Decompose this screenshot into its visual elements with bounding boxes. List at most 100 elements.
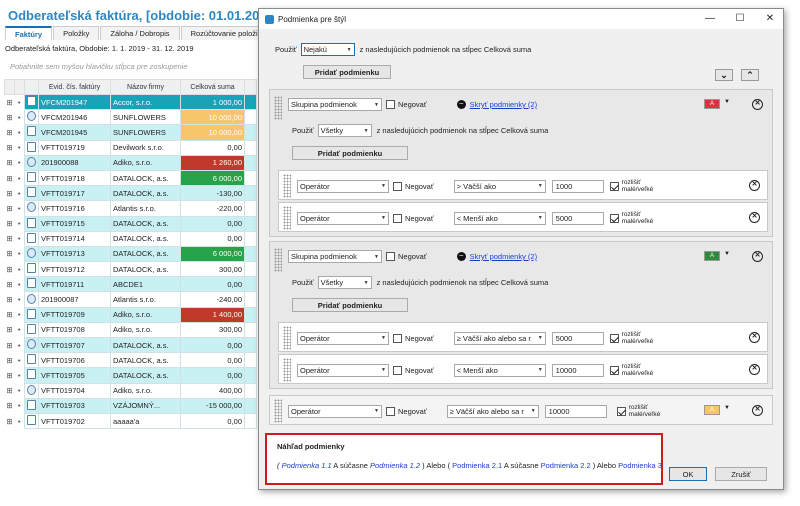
- hide-conditions-link[interactable]: Skryť podmienky (2): [470, 100, 537, 109]
- case-sensitive-checkbox[interactable]: [609, 213, 619, 223]
- remove-condition-icon[interactable]: ✕: [752, 405, 763, 416]
- expand-icon[interactable]: ⊞: [4, 216, 15, 232]
- invoice-number-cell[interactable]: VFTT019706: [38, 352, 111, 369]
- tab-deposit[interactable]: Záloha / Dobropis: [100, 26, 180, 40]
- company-cell[interactable]: Adiko, s.r.o.: [110, 154, 181, 171]
- case-sensitive-checkbox[interactable]: [609, 333, 619, 343]
- invoice-number-cell[interactable]: VFTT019714: [38, 230, 111, 247]
- invoice-number-cell[interactable]: VFTT019709: [38, 306, 111, 323]
- preview-link-2-1[interactable]: Podmienka 2.1: [452, 461, 502, 470]
- company-cell[interactable]: aaaaa'a: [110, 412, 181, 430]
- expand-icon[interactable]: ⊞: [4, 261, 15, 277]
- total-cell[interactable]: 10 000,00: [180, 109, 245, 126]
- collapse-icon[interactable]: −: [456, 252, 466, 261]
- invoice-number-cell[interactable]: VFTT019707: [38, 336, 111, 354]
- minimize-icon[interactable]: —: [703, 12, 717, 26]
- header-company[interactable]: Názov firmy: [110, 79, 181, 95]
- invoice-number-cell[interactable]: VFTT019708: [38, 321, 111, 339]
- preview-link-1-1[interactable]: Podmienka 1.1: [282, 461, 332, 470]
- company-cell[interactable]: SUNFLOWERS: [110, 124, 181, 141]
- total-cell[interactable]: -130,00: [180, 185, 245, 202]
- cancel-button[interactable]: Zrušiť: [715, 467, 767, 481]
- comparison-combo[interactable]: < Menší ako ▼: [453, 211, 546, 225]
- company-cell[interactable]: DATALOCK, a.s.: [110, 367, 181, 384]
- total-cell[interactable]: 0,00: [180, 230, 245, 247]
- total-cell[interactable]: 0,00: [180, 276, 245, 293]
- expand-icon[interactable]: ⊞: [4, 124, 15, 141]
- style-color-button[interactable]: A: [704, 251, 720, 261]
- invoice-number-cell[interactable]: VFTT019712: [38, 261, 111, 278]
- drag-handle[interactable]: [283, 174, 291, 198]
- expand-icon[interactable]: ⊞: [4, 367, 15, 384]
- table-row[interactable]: ⊞ • VFTT019713 DATALOCK, a.s. 6 000,00: [4, 245, 257, 263]
- invoice-number-cell[interactable]: VFTT019702: [38, 412, 111, 430]
- table-row[interactable]: ⊞ • VFTT019712 DATALOCK, a.s. 300,00: [4, 261, 257, 278]
- company-cell[interactable]: DATALOCK, a.s.: [110, 336, 181, 354]
- hide-conditions-link[interactable]: Skryť podmienky (2): [470, 252, 537, 261]
- total-cell[interactable]: 0,00: [180, 352, 245, 369]
- expand-icon[interactable]: ⊞: [4, 94, 15, 110]
- table-row[interactable]: ⊞ • VFTT019702 aaaaa'a 0,00: [4, 412, 257, 430]
- company-cell[interactable]: DATALOCK, a.s.: [110, 230, 181, 247]
- table-row[interactable]: ⊞ • VFTT019711 ABCDE1 0,00: [4, 276, 257, 293]
- drag-handle[interactable]: [283, 326, 291, 350]
- style-color-button[interactable]: A: [704, 99, 720, 109]
- invoice-number-cell[interactable]: VFTT019711: [38, 276, 111, 293]
- company-cell[interactable]: DATALOCK, a.s.: [110, 261, 181, 278]
- table-row[interactable]: ⊞ • 201900087 Atlantis s.r.o. -240,00: [4, 291, 257, 308]
- invoice-number-cell[interactable]: VFTT019715: [38, 215, 111, 232]
- operator-combo[interactable]: Operátor ▼: [297, 179, 389, 193]
- move-down-icon[interactable]: ⌄: [715, 69, 733, 81]
- preview-link-1-2[interactable]: Podmienka 1.2: [370, 461, 420, 470]
- expand-icon[interactable]: ⊞: [4, 109, 15, 125]
- remove-condition-icon[interactable]: ✕: [749, 332, 760, 343]
- chevron-down-icon[interactable]: ▼: [724, 251, 730, 257]
- total-cell[interactable]: 1 400,00: [180, 306, 245, 323]
- expand-icon[interactable]: ⊞: [4, 322, 15, 338]
- comparison-combo[interactable]: > Väčší ako ▼: [453, 179, 546, 193]
- negate-checkbox[interactable]: [393, 213, 402, 223]
- total-cell[interactable]: 0,00: [180, 139, 245, 156]
- company-cell[interactable]: Adiko, s.r.o.: [110, 321, 181, 339]
- case-sensitive-checkbox[interactable]: [616, 406, 626, 416]
- table-row[interactable]: ⊞ • VFTT019705 DATALOCK, a.s. 0,00: [4, 367, 257, 384]
- maximize-icon[interactable]: ☐: [733, 12, 747, 26]
- operator-combo[interactable]: Operátor ▼: [297, 363, 389, 377]
- value-input[interactable]: 5000: [551, 331, 604, 345]
- total-cell[interactable]: 6 000,00: [180, 169, 245, 187]
- add-condition-button[interactable]: Pridať podmienku: [292, 298, 408, 312]
- invoice-number-cell[interactable]: VFTT019713: [38, 245, 111, 263]
- expand-icon[interactable]: ⊞: [4, 276, 15, 292]
- operator-combo[interactable]: Operátor ▼: [297, 211, 389, 225]
- company-cell[interactable]: SUNFLOWERS: [110, 109, 181, 126]
- comparison-combo[interactable]: < Menší ako ▼: [453, 363, 546, 377]
- table-row[interactable]: ⊞ • VFTT019707 DATALOCK, a.s. 0,00: [4, 336, 257, 354]
- invoice-number-cell[interactable]: VFTT019703: [38, 397, 111, 414]
- add-condition-button[interactable]: Pridať podmienku: [303, 65, 391, 79]
- invoice-number-cell[interactable]: VFCM201946: [38, 109, 111, 126]
- collapse-icon[interactable]: −: [456, 100, 466, 109]
- expand-icon[interactable]: ⊞: [4, 170, 15, 186]
- invoice-number-cell[interactable]: VFTT019705: [38, 367, 111, 384]
- total-cell[interactable]: -220,00: [180, 200, 245, 217]
- invoice-number-cell[interactable]: VFTT019704: [38, 382, 111, 399]
- total-cell[interactable]: 300,00: [180, 261, 245, 278]
- drag-handle[interactable]: [283, 358, 291, 382]
- company-cell[interactable]: Devilwork s.r.o.: [110, 139, 181, 156]
- remove-condition-icon[interactable]: ✕: [749, 364, 760, 375]
- header-invoice-number[interactable]: Evid. čís. faktúry: [38, 79, 111, 95]
- drag-handle[interactable]: [283, 206, 291, 230]
- company-cell[interactable]: Adiko, s.r.o.: [110, 382, 181, 399]
- company-cell[interactable]: Atlantis s.r.o.: [110, 200, 181, 217]
- group-type-combo[interactable]: Skupina podmienok ▼: [288, 98, 382, 111]
- expand-icon[interactable]: ⊞: [4, 337, 15, 353]
- company-cell[interactable]: VZÁJOMNÝ...: [110, 397, 181, 414]
- expand-icon[interactable]: ⊞: [4, 398, 15, 414]
- expand-icon[interactable]: ⊞: [4, 200, 15, 216]
- company-cell[interactable]: ABCDE1: [110, 276, 181, 293]
- table-row[interactable]: ⊞ • VFTT019708 Adiko, s.r.o. 300,00: [4, 321, 257, 339]
- expand-icon[interactable]: ⊞: [4, 291, 15, 308]
- value-input[interactable]: 5000: [551, 211, 604, 225]
- expand-icon[interactable]: ⊞: [4, 352, 15, 368]
- add-condition-button[interactable]: Pridať podmienku: [292, 146, 408, 160]
